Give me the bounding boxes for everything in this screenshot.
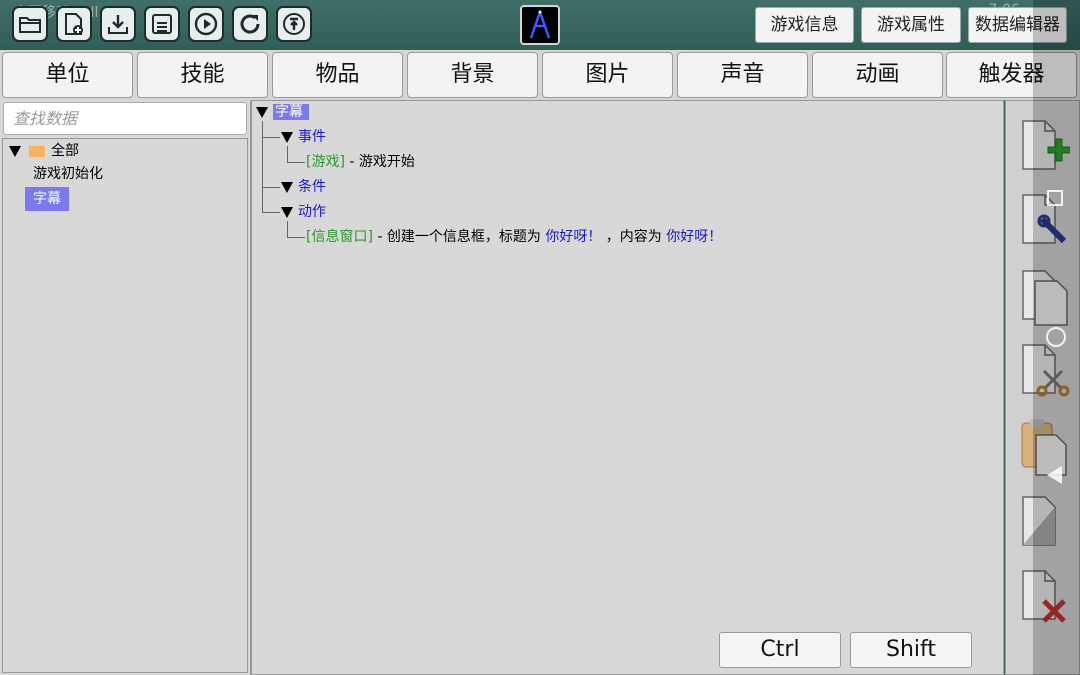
save-icon[interactable]	[144, 6, 180, 42]
recent-apps-icon[interactable]	[1047, 190, 1063, 206]
event-entry[interactable]: [游戏] - 游戏开始	[306, 151, 415, 173]
list-item[interactable]: 游戏初始化	[25, 162, 111, 186]
collapse-arrow-icon[interactable]	[281, 206, 293, 218]
expand-arrow-icon[interactable]	[9, 145, 21, 157]
refresh-icon[interactable]	[232, 6, 268, 42]
tab-skills[interactable]: 技能	[137, 52, 268, 98]
list-item-selected[interactable]: 字幕	[25, 187, 69, 211]
action-title-param[interactable]: 你好呀！	[545, 229, 601, 245]
collapse-arrow-icon[interactable]	[256, 106, 268, 118]
tab-units[interactable]: 单位	[2, 52, 133, 98]
action-label: 动作	[298, 204, 326, 220]
event-label: 事件	[298, 129, 326, 145]
event-text: - 游戏开始	[344, 154, 415, 170]
tab-sounds[interactable]: 声音	[677, 52, 808, 98]
trigger-editor: 字幕 事件 [游戏] - 游戏开始 条件 动作 [信息窗口] - 创建一个信息框…	[251, 100, 1004, 675]
back-icon[interactable]	[1047, 466, 1062, 484]
shift-key-button[interactable]: Shift	[850, 632, 972, 668]
play-icon[interactable]	[188, 6, 224, 42]
action-content-param[interactable]: 你好呀！	[666, 229, 722, 245]
condition-node[interactable]: 条件	[281, 176, 326, 198]
root-folder[interactable]: 全部	[9, 141, 79, 161]
trigger-list-panel: 查找数据 全部 游戏初始化 字幕	[0, 100, 251, 675]
ctrl-key-button[interactable]: Ctrl	[719, 632, 841, 668]
game-properties-button[interactable]: 游戏属性	[861, 7, 961, 43]
tab-background[interactable]: 背景	[407, 52, 538, 98]
upload-icon[interactable]	[276, 6, 312, 42]
system-navigation-bar	[1033, 0, 1080, 675]
home-icon[interactable]	[1046, 327, 1066, 347]
game-info-button[interactable]: 游戏信息	[755, 7, 854, 43]
collapse-arrow-icon[interactable]	[281, 131, 293, 143]
event-node[interactable]: 事件	[281, 126, 326, 148]
trigger-name: 字幕	[273, 104, 309, 120]
condition-label: 条件	[298, 179, 326, 195]
action-tag: [信息窗口]	[306, 229, 373, 245]
tree-root-node[interactable]: 字幕	[256, 101, 309, 123]
trigger-list: 全部 游戏初始化 字幕	[2, 138, 248, 673]
new-file-icon[interactable]	[56, 6, 92, 42]
action-node[interactable]: 动作	[281, 201, 326, 223]
search-input[interactable]: 查找数据	[3, 102, 247, 135]
root-folder-label: 全部	[51, 143, 79, 159]
tab-images[interactable]: 图片	[542, 52, 673, 98]
event-tag: [游戏]	[306, 154, 345, 170]
tab-items[interactable]: 物品	[272, 52, 403, 98]
action-text: ，内容为	[601, 229, 667, 245]
category-tabs: 单位 技能 物品 背景 图片 声音 动画 触发器	[0, 50, 1080, 100]
collapse-arrow-icon[interactable]	[281, 181, 293, 193]
top-toolbar: 中国移动 ●ıll ⊙ 7:06 游戏信息 游戏属性 数据编辑器	[0, 0, 1080, 50]
folder-open-icon[interactable]	[12, 6, 48, 42]
action-entry[interactable]: [信息窗口] - 创建一个信息框，标题为 你好呀！ ，内容为 你好呀！	[306, 226, 722, 248]
action-text: - 创建一个信息框，标题为	[372, 229, 546, 245]
tab-animations[interactable]: 动画	[812, 52, 943, 98]
app-logo	[520, 5, 560, 45]
download-icon[interactable]	[100, 6, 136, 42]
folder-icon	[29, 145, 45, 157]
